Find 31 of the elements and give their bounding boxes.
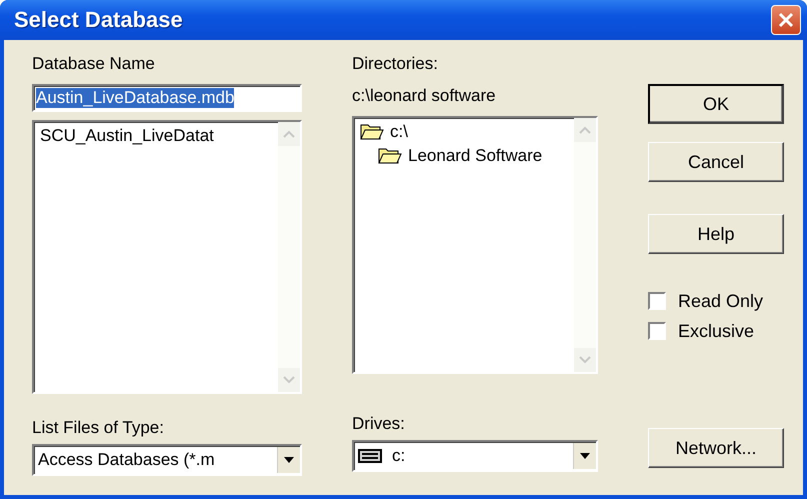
dialog-button[interactable]: Help — [648, 214, 784, 254]
file-item[interactable]: SCU_Austin_LiveDatat — [40, 126, 272, 146]
field-label: Directories: — [352, 53, 439, 75]
file-list[interactable]: SCU_Austin_LiveDatat — [32, 120, 302, 394]
folder-icon — [378, 147, 402, 165]
directory-item[interactable]: Leonard Software — [408, 146, 542, 166]
scroll-up-icon[interactable] — [283, 130, 295, 138]
drive-icon — [358, 449, 382, 463]
scroll-down-icon[interactable] — [579, 356, 591, 364]
network-button[interactable]: Network... — [648, 428, 784, 468]
field-label: List Files of Type: — [32, 417, 165, 439]
database-name-field[interactable]: Austin_LiveDatabase.mdb — [32, 84, 302, 112]
option-checkbox[interactable]: Exclusive — [648, 316, 784, 346]
folder-icon — [360, 123, 384, 141]
option-checkbox[interactable]: Read Only — [648, 286, 784, 316]
field-label: Database Name — [32, 53, 156, 75]
window-title: Select Database — [14, 7, 183, 33]
file-type-dropdown[interactable]: Access Databases (*.m — [32, 444, 302, 476]
caret-icon[interactable] — [580, 453, 590, 459]
directory-item[interactable]: c:\ — [390, 122, 408, 142]
drive-dropdown[interactable]: c: — [352, 440, 598, 472]
caret-icon[interactable] — [284, 457, 294, 463]
directory-list[interactable]: c:\ Leonard Software — [352, 116, 598, 374]
close-icon — [778, 12, 794, 28]
scroll-down-icon[interactable] — [283, 376, 295, 384]
close-button[interactable] — [771, 5, 801, 35]
dialog-button[interactable]: OK — [648, 84, 784, 124]
field-label: Drives: — [352, 413, 406, 435]
directory-path: c:\leonard software — [352, 85, 497, 107]
dialog-button[interactable]: Cancel — [648, 142, 784, 182]
scroll-up-icon[interactable] — [579, 126, 591, 134]
